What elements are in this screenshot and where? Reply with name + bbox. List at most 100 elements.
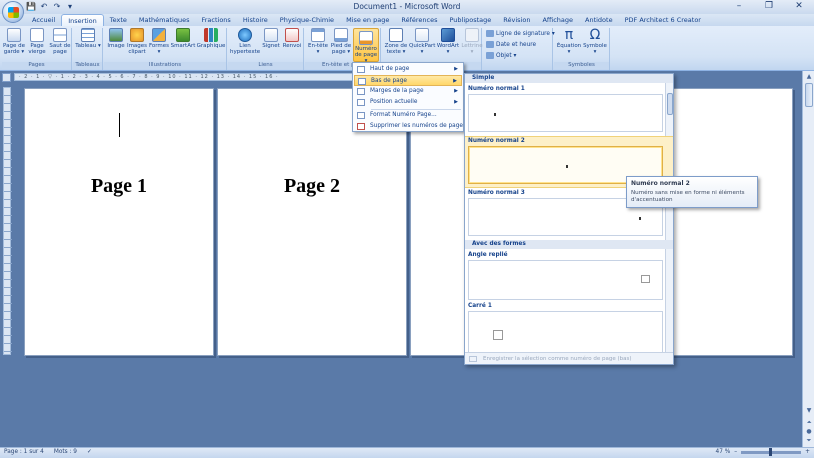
window-controls: – ❐ ✕ [724, 0, 814, 14]
zoom-slider[interactable] [741, 447, 802, 456]
zoom-in-icon[interactable]: + [805, 449, 810, 455]
date-heure-button[interactable]: Date et heure [486, 41, 536, 48]
office-button[interactable] [2, 1, 24, 23]
entete-button[interactable]: En-tête ▾ [307, 28, 329, 55]
vertical-scrollbar[interactable]: ▲ ▼ ⏶ ● ⏷ [802, 71, 814, 447]
group-symboles: π Équation ▾ Ω Symbole ▾ Symboles [554, 28, 610, 70]
menu-item-supprimer-numeros[interactable]: Supprimer les numéros de page [354, 121, 463, 132]
page-number-gallery: Simple Numéro normal 1 Numéro normal 2 N… [464, 73, 674, 365]
format-page-number-icon [357, 112, 365, 119]
tab-mathematiques[interactable]: Mathématiques [133, 14, 196, 26]
table-icon [81, 28, 95, 42]
previous-page-icon[interactable]: ⏶ [805, 419, 813, 427]
ligne-signature-button[interactable]: Ligne de signature ▾ [486, 30, 555, 37]
tab-revision[interactable]: Révision [497, 14, 536, 26]
images-clipart-button[interactable]: Images clipart [126, 28, 148, 55]
clipart-icon [130, 28, 144, 42]
tab-publipostage[interactable]: Publipostage [443, 14, 497, 26]
text-cursor [119, 113, 120, 137]
menu-item-position-actuelle[interactable]: Position actuelle ▶ [354, 97, 462, 108]
page-count-status[interactable]: Page : 1 sur 4 [4, 449, 44, 455]
group-label-symboles: Symboles [554, 62, 609, 69]
graphique-button[interactable]: Graphique [196, 28, 226, 49]
menu-item-format-numero-page[interactable]: Format Numéro Page... [354, 110, 462, 121]
menu-item-haut-de-page[interactable]: Haut de page ▶ [354, 64, 462, 75]
equation-button[interactable]: π Équation ▾ [556, 28, 582, 55]
object-icon [486, 52, 494, 59]
scrollbar-thumb[interactable] [805, 83, 813, 107]
zone-de-texte-button[interactable]: Zone de texte ▾ [384, 28, 408, 55]
wordart-icon [441, 28, 455, 42]
vertical-ruler[interactable] [3, 87, 12, 355]
tab-references[interactable]: Références [395, 14, 443, 26]
proofing-icon[interactable]: ✓ [87, 449, 92, 455]
footer-icon [334, 28, 348, 42]
group-pages: Page de garde ▾ Page vierge Saut de page… [2, 28, 72, 70]
pied-de-page-button[interactable]: Pied de page ▾ [329, 28, 353, 55]
tab-pdf-architect[interactable]: PDF Architect 6 Creator [619, 14, 707, 26]
word-count-status[interactable]: Mots : 9 [54, 449, 77, 455]
horizontal-ruler[interactable]: · 2 · 1 · ▽ · 1 · 2 · 3 · 4 · 5 · 6 · 7 … [14, 73, 354, 81]
objet-button[interactable]: Objet ▾ [486, 52, 516, 59]
page-number-mark [639, 217, 641, 220]
tab-selector[interactable] [2, 73, 11, 82]
wordart-button[interactable]: WordArt ▾ [436, 28, 460, 55]
renvoi-button[interactable]: Renvoi [282, 28, 302, 49]
vertical-ruler-ticks [4, 88, 12, 354]
current-position-icon [357, 99, 365, 106]
close-button[interactable]: ✕ [784, 0, 814, 14]
scroll-up-icon[interactable]: ▲ [805, 73, 813, 81]
signet-button[interactable]: Signet [261, 28, 281, 49]
tooltip-title: Numéro normal 2 [631, 180, 690, 187]
tab-accueil[interactable]: Accueil [26, 14, 61, 26]
tab-mise-en-page[interactable]: Mise en page [340, 14, 395, 26]
gallery-item-numero-normal-1[interactable] [468, 94, 663, 132]
shapes-icon [152, 28, 166, 42]
smartart-button[interactable]: SmartArt [170, 28, 196, 49]
lien-hypertexte-button[interactable]: Lien hypertexte [230, 28, 260, 55]
next-page-icon[interactable]: ⏷ [805, 437, 813, 445]
page-vierge-button[interactable]: Page vierge [26, 28, 48, 55]
tableau-button[interactable]: Tableau ▾ [75, 28, 101, 49]
tab-antidote[interactable]: Antidote [579, 14, 619, 26]
tab-affichage[interactable]: Affichage [536, 14, 579, 26]
zoom-out-icon[interactable]: – [734, 449, 737, 455]
submenu-arrow-icon: ▶ [454, 99, 458, 105]
image-button[interactable]: Image [106, 28, 126, 49]
page-de-garde-button[interactable]: Page de garde ▾ [3, 28, 25, 55]
symbole-button[interactable]: Ω Symbole ▾ [582, 28, 608, 55]
group-tableaux: Tableau ▾ Tableaux [73, 28, 103, 70]
gallery-item-title: Carré 1 [468, 303, 492, 309]
page-number-mark [494, 113, 496, 116]
menu-item-bas-de-page[interactable]: Bas de page ▶ [354, 75, 462, 86]
page-number-menu: Haut de page ▶ Bas de page ▶ Marges de la … [352, 62, 464, 132]
zoom-level[interactable]: 47 % [716, 449, 731, 455]
scroll-down-icon[interactable]: ▼ [805, 407, 813, 415]
quickpart-button[interactable]: QuickPart ▾ [409, 28, 435, 55]
gallery-scrollbar-thumb[interactable] [667, 93, 673, 115]
lettrine-button[interactable]: Lettrine ▾ [461, 28, 483, 55]
pi-icon: π [564, 27, 574, 43]
gallery-item-carre-1[interactable] [468, 311, 663, 353]
tab-physique-chimie[interactable]: Physique-Chimie [274, 14, 340, 26]
numero-de-page-button[interactable]: Numéro de page ▾ [353, 28, 379, 64]
maximize-button[interactable]: ❐ [754, 0, 784, 14]
picture-icon [109, 28, 123, 42]
gallery-item-angle-replie[interactable] [468, 260, 663, 300]
quickpart-icon [415, 28, 429, 42]
gallery-scrollbar[interactable] [665, 83, 673, 355]
menu-item-marges-de-la-page[interactable]: Marges de la page ▶ [354, 86, 462, 97]
page-1[interactable]: Page 1 [24, 88, 214, 356]
group-liens: Lien hypertexte Signet Renvoi Liens [228, 28, 304, 70]
formes-button[interactable]: Formes ▾ [148, 28, 170, 55]
saut-de-page-button[interactable]: Saut de page [49, 28, 71, 55]
tab-texte[interactable]: Texte [104, 14, 133, 26]
tab-fractions[interactable]: Fractions [195, 14, 236, 26]
page-break-icon [53, 28, 67, 42]
browse-object-icon[interactable]: ● [805, 428, 813, 436]
group-label-pages: Pages [2, 62, 71, 69]
tab-histoire[interactable]: Histoire [237, 14, 274, 26]
minimize-button[interactable]: – [724, 0, 754, 14]
remove-page-numbers-icon [357, 123, 365, 130]
tab-insertion[interactable]: Insertion [61, 14, 104, 26]
